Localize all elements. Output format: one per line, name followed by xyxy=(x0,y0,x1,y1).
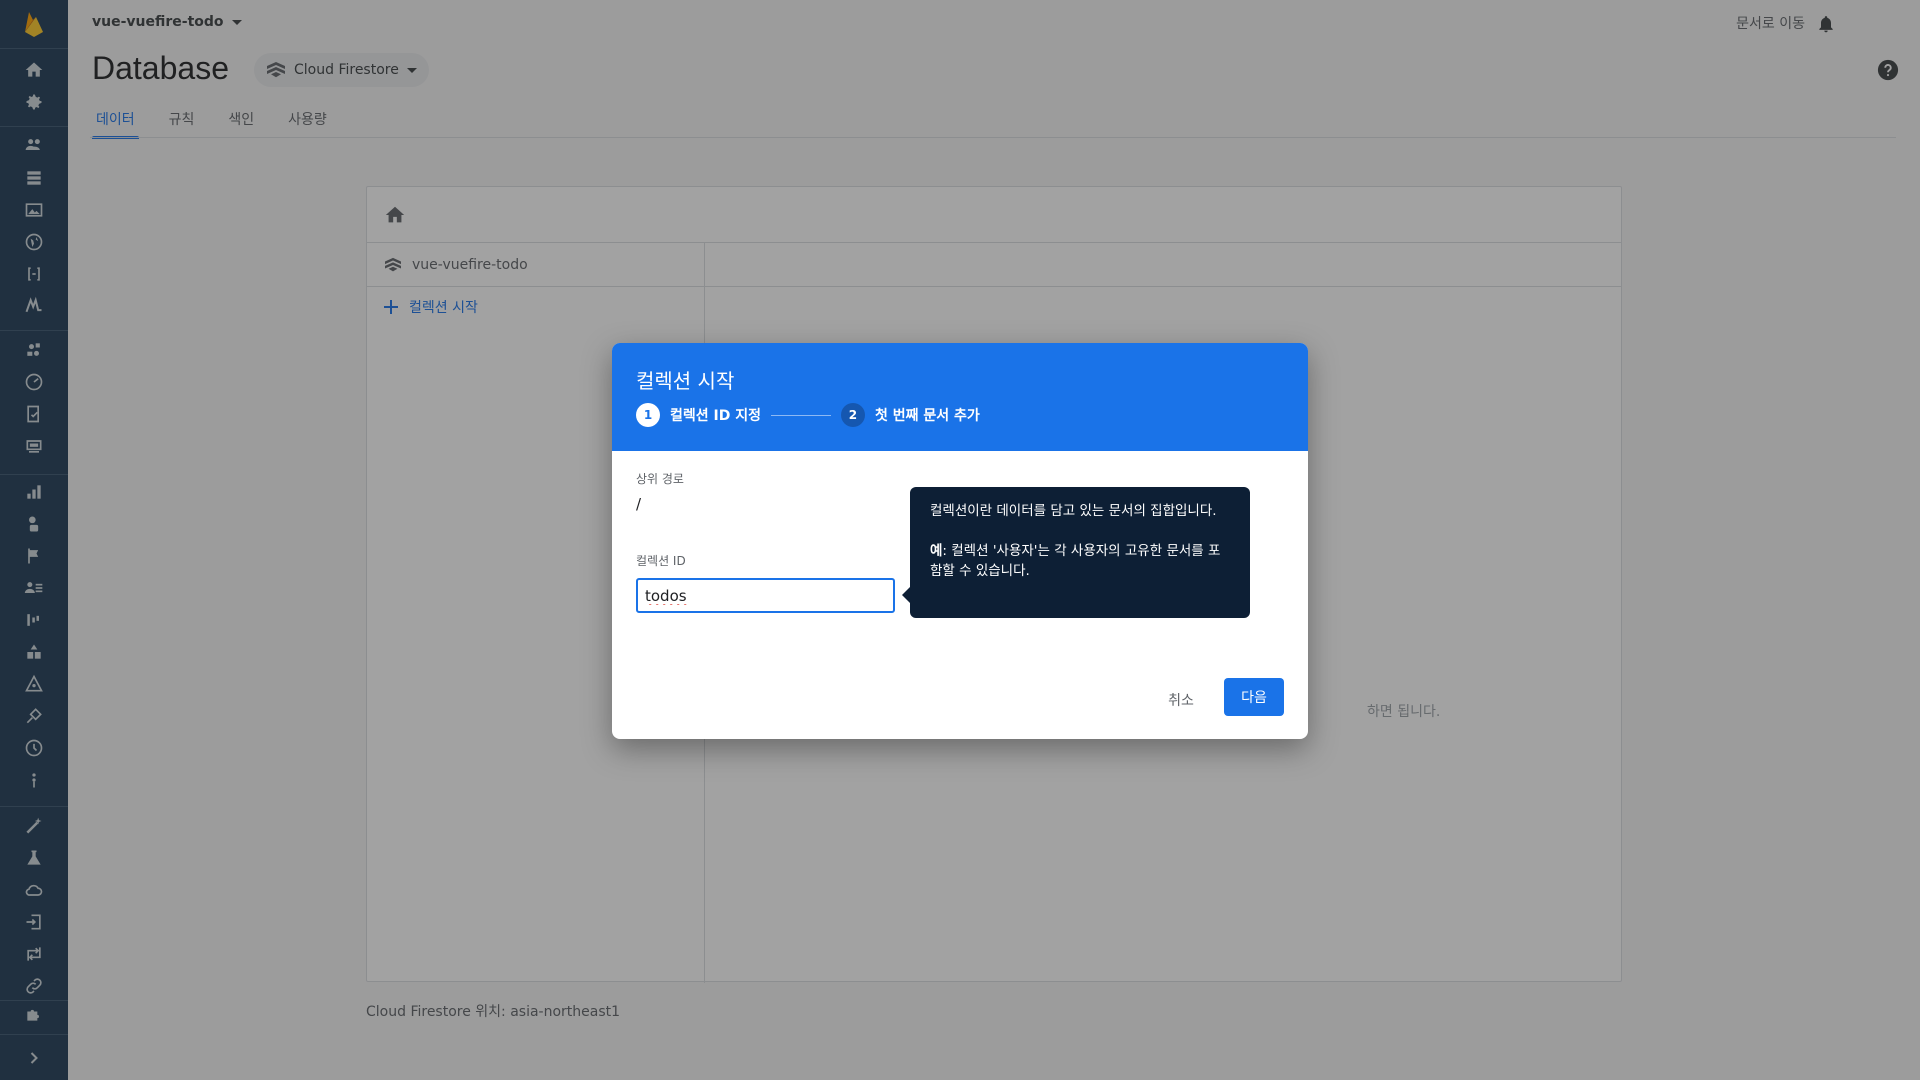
step-1-number: 1 xyxy=(636,403,660,427)
tooltip-example-text: : 컬렉션 '사용자'는 각 사용자의 고유한 문서를 포함할 수 있습니다. xyxy=(930,543,1221,579)
parent-path-value: / xyxy=(636,495,642,513)
dialog-title: 컬렉션 시작 xyxy=(636,369,735,393)
step-2-number: 2 xyxy=(840,403,865,427)
cancel-button[interactable]: 취소 xyxy=(1158,683,1204,717)
parent-path-label: 상위 경로 xyxy=(636,472,684,486)
collection-id-input[interactable] xyxy=(636,578,895,613)
stepper: 1 컬렉션 ID 지정 2 첫 번째 문서 추가 xyxy=(636,403,980,427)
step-connector xyxy=(770,414,831,416)
next-button[interactable]: 다음 xyxy=(1224,678,1284,716)
tooltip-example-bold: 예 xyxy=(930,543,943,559)
start-collection-dialog: 컬렉션 시작 1 컬렉션 ID 지정 2 첫 번째 문서 추가 상위 경로 / … xyxy=(612,343,1308,739)
tooltip-example: 예: 컬렉션 '사용자'는 각 사용자의 고유한 문서를 포함할 수 있습니다. xyxy=(930,541,1230,581)
collection-tooltip: 컬렉션이란 데이터를 담고 있는 문서의 집합입니다. 예: 컬렉션 '사용자'… xyxy=(902,487,1250,618)
step-1-label: 컬렉션 ID 지정 xyxy=(670,408,761,424)
dialog-header: 컬렉션 시작 1 컬렉션 ID 지정 2 첫 번째 문서 추가 xyxy=(612,343,1308,451)
step-2-label: 첫 번째 문서 추가 xyxy=(874,408,980,424)
collection-id-label: 컬렉션 ID xyxy=(636,554,686,568)
tooltip-description: 컬렉션이란 데이터를 담고 있는 문서의 집합입니다. xyxy=(930,503,1217,519)
